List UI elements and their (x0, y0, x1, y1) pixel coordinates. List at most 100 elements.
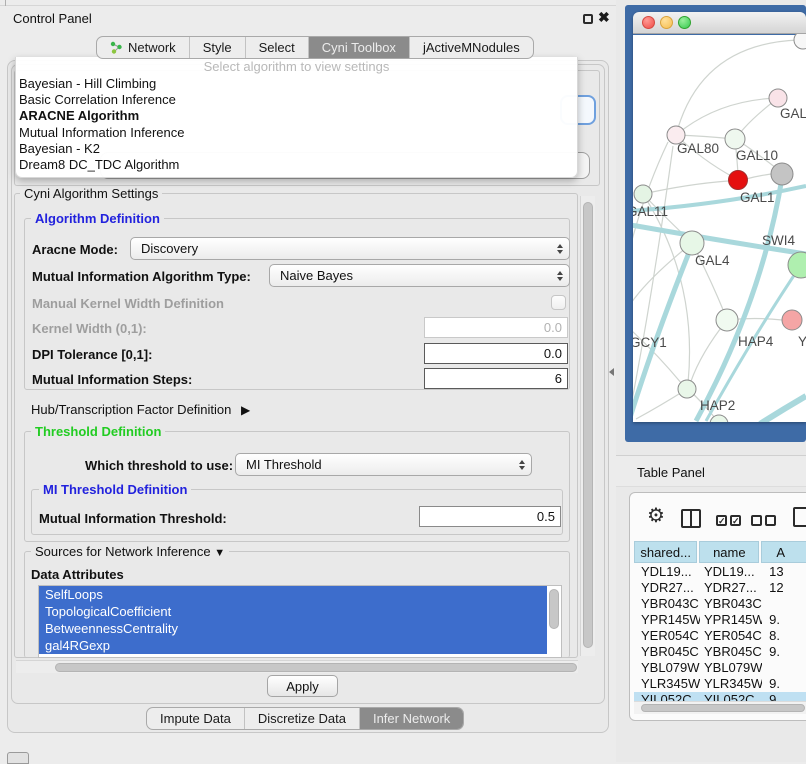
threshold-group-title: Threshold Definition (31, 424, 165, 439)
table-row[interactable]: YER054CYER054C8. (634, 628, 806, 644)
table-row[interactable]: YPR145WYPR145W9. (634, 612, 806, 628)
table-row[interactable]: YBL079WYBL079W (634, 660, 806, 676)
collapsed-panel-icon[interactable] (7, 752, 29, 764)
network-node-gal11[interactable] (634, 185, 652, 203)
which-threshold-combo[interactable]: MI Threshold (235, 453, 532, 476)
network-canvas[interactable]: GALGAL80GAL10GAL1GAL11SWI4GAL4GCY1HAP4YH… (633, 34, 806, 422)
tab-select[interactable]: Select (245, 37, 308, 58)
network-edge[interactable] (676, 98, 778, 135)
aracne-mode-combo[interactable]: Discovery (130, 237, 570, 260)
column-header[interactable]: A (761, 541, 806, 563)
data-attributes-label: Data Attributes (31, 567, 124, 582)
network-node-gal10[interactable] (725, 129, 745, 149)
network-node-hap4[interactable] (716, 309, 738, 331)
kernel-width-field[interactable]: 0.0 (424, 317, 568, 338)
table-hscrollbar[interactable] (634, 701, 806, 714)
table-cell (762, 660, 806, 676)
zoom-traffic-icon[interactable] (678, 16, 691, 29)
network-node-gal1[interactable] (729, 171, 748, 190)
sources-group-title[interactable]: Sources for Network Inference ▼ (31, 544, 229, 559)
table-row[interactable]: YBR043CYBR043C (634, 596, 806, 612)
table-row[interactable]: YLR345WYLR345W9. (634, 676, 806, 692)
network-node[interactable] (794, 34, 806, 49)
mi-type-combo[interactable]: Naive Bayes (269, 264, 570, 287)
tab-label: Cyni Toolbox (322, 40, 396, 55)
tab-style[interactable]: Style (189, 37, 245, 58)
network-titlebar[interactable] (633, 12, 806, 34)
dropdown-items: Bayesian - Hill ClimbingBasic Correlatio… (16, 76, 577, 173)
node-label: Y (798, 334, 806, 349)
network-edge[interactable] (633, 243, 692, 317)
manual-kernel-label: Manual Kernel Width Definition (32, 296, 224, 311)
panel-title: Control Panel (13, 11, 92, 26)
node-label: GAL11 (633, 204, 668, 219)
mi-threshold-group-title: MI Threshold Definition (39, 482, 191, 497)
deselect-all-checks-icon[interactable] (751, 515, 776, 526)
list-scrollbar[interactable] (549, 589, 559, 633)
table-cell (762, 596, 806, 612)
network-edge[interactable] (746, 174, 771, 179)
table-row[interactable]: YDR27...YDR27...12 (634, 580, 806, 596)
attribute-item[interactable]: TopologicalCoefficient (39, 603, 547, 620)
combo-arrows-icon (553, 271, 567, 281)
table-row[interactable]: YDL19...YDL19...13 (634, 564, 806, 580)
settings-scrollbar[interactable] (580, 196, 595, 656)
which-threshold-value: MI Threshold (246, 457, 515, 472)
tab-label: Style (203, 40, 232, 55)
algorithm-option[interactable]: Bayesian - K2 (16, 141, 577, 157)
table-panel: ⚙ ✓✓ shared...nameA YDL19...YDL19...13YD… (629, 492, 806, 721)
network-edge[interactable] (643, 181, 728, 194)
column-header[interactable]: shared... (634, 541, 697, 563)
dpi-tolerance-label: DPI Tolerance [0,1]: (32, 347, 152, 362)
tab-network[interactable]: Network (97, 37, 189, 58)
network-node-swi4[interactable] (788, 252, 806, 278)
mi-steps-field[interactable]: 6 (424, 368, 568, 389)
network-edge-highlighted[interactable] (760, 396, 806, 422)
attribute-item[interactable]: SelfLoops (39, 586, 547, 603)
algorithm-option[interactable]: Basic Correlation Inference (16, 92, 577, 108)
dropdown-placeholder: Select algorithm to view settings (16, 57, 577, 76)
minimize-traffic-icon[interactable] (660, 16, 673, 29)
apply-button[interactable]: Apply (267, 675, 338, 697)
attribute-item[interactable]: BetweennessCentrality (39, 620, 547, 637)
network-node-gal4[interactable] (680, 231, 704, 255)
table-row[interactable]: YIL052CYIL052C9 (634, 692, 806, 701)
settings-hscrollbar[interactable] (16, 660, 578, 673)
algorithm-option[interactable]: Mutual Information Inference (16, 125, 577, 141)
new-column-icon[interactable] (793, 507, 806, 527)
hub-section-toggle[interactable]: Hub/Transcription Factor Definition ▶ (31, 402, 250, 417)
tab-discretize-data[interactable]: Discretize Data (244, 708, 359, 729)
table-row[interactable]: YBR045CYBR045C9. (634, 644, 806, 660)
close-traffic-icon[interactable] (642, 16, 655, 29)
cytoscape-window: Control Panel ✖ Network Style Select Cyni T… (0, 0, 806, 762)
gear-icon[interactable]: ⚙ (647, 506, 665, 526)
network-node-gal[interactable] (769, 89, 787, 107)
select-all-checks-icon[interactable]: ✓✓ (716, 515, 741, 526)
tab-infer-network[interactable]: Infer Network (359, 708, 463, 729)
split-columns-icon[interactable] (681, 509, 701, 528)
manual-kernel-checkbox[interactable] (551, 295, 566, 310)
close-icon[interactable]: ✖ (598, 9, 610, 26)
attribute-item[interactable]: gal4RGexp (39, 637, 547, 654)
network-node-hap2[interactable] (678, 380, 696, 398)
splitter-arrow-icon[interactable] (609, 368, 614, 376)
column-header[interactable]: name (699, 541, 759, 563)
node-label: GAL80 (677, 141, 719, 156)
dpi-tolerance-field[interactable]: 0.0 (424, 343, 568, 364)
algorithm-option[interactable]: Dream8 DC_TDC Algorithm (16, 157, 577, 173)
table-cell: YER054C (700, 628, 762, 644)
network-edge-highlighted[interactable] (696, 178, 782, 421)
float-icon[interactable] (583, 14, 593, 24)
data-attributes-list[interactable]: SelfLoopsTopologicalCoefficientBetweenne… (38, 585, 562, 658)
network-node-y[interactable] (782, 310, 802, 330)
algorithm-option[interactable]: Bayesian - Hill Climbing (16, 76, 577, 92)
table-cell: YBR043C (634, 596, 700, 612)
network-icon (110, 41, 123, 54)
tab-cyni-toolbox[interactable]: Cyni Toolbox (308, 37, 409, 58)
tab-jactivemnodules[interactable]: jActiveMNodules (409, 37, 533, 58)
network-node[interactable] (771, 163, 793, 185)
algorithm-option[interactable]: ARACNE Algorithm (16, 108, 577, 124)
tab-impute-data[interactable]: Impute Data (147, 708, 244, 729)
mi-threshold-field[interactable]: 0.5 (419, 506, 561, 527)
table-cell: YBL079W (700, 660, 762, 676)
